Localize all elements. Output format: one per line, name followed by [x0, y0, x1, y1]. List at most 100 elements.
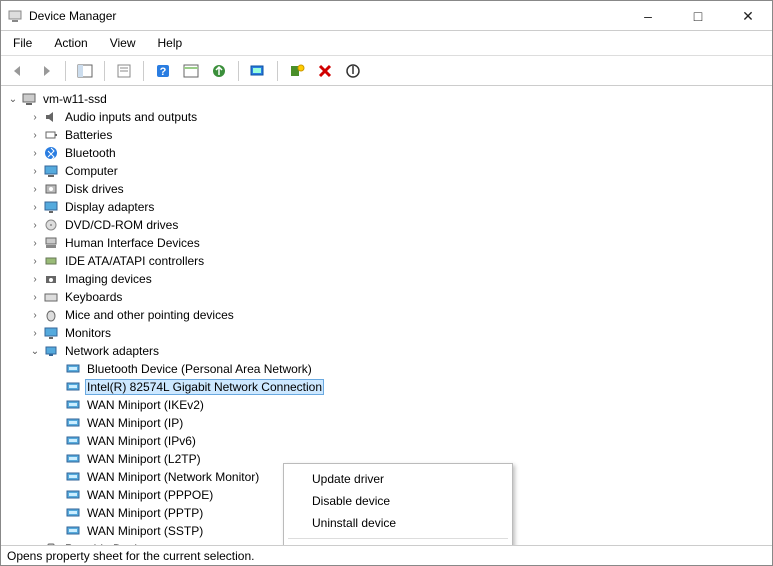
context-uninstall-device[interactable]: Uninstall device: [286, 512, 510, 534]
tree-category-label: Network adapters: [63, 344, 161, 358]
add-hardware-button[interactable]: [286, 60, 308, 82]
tree-category-label: Disk drives: [63, 182, 126, 196]
properties-button[interactable]: [113, 60, 135, 82]
nic-icon: [65, 415, 81, 431]
tree-category[interactable]: › Batteries: [25, 126, 770, 144]
tree-root[interactable]: ⌄ vm-w11-ssd: [3, 90, 770, 108]
context-scan-hardware[interactable]: Scan for hardware changes: [286, 543, 510, 545]
expand-arrow-icon[interactable]: ›: [29, 148, 41, 159]
expand-arrow-icon[interactable]: ›: [29, 292, 41, 303]
close-button[interactable]: ✕: [734, 5, 762, 27]
tree-device-label: WAN Miniport (L2TP): [85, 452, 203, 466]
refresh-button[interactable]: [180, 60, 202, 82]
scan-hardware-button[interactable]: [247, 60, 269, 82]
tree-device-label: Intel(R) 82574L Gigabit Network Connecti…: [85, 379, 324, 395]
svg-text:?: ?: [160, 66, 167, 78]
menu-help[interactable]: Help: [154, 34, 187, 52]
status-text: Opens property sheet for the current sel…: [7, 549, 254, 563]
tree-category[interactable]: › Monitors: [25, 324, 770, 342]
expand-arrow-icon[interactable]: ›: [29, 202, 41, 213]
minimize-button[interactable]: –: [634, 5, 662, 27]
tree-device-label: WAN Miniport (IPv6): [85, 434, 198, 448]
collapse-arrow-icon[interactable]: ⌄: [7, 94, 19, 105]
expand-arrow-icon[interactable]: ›: [29, 238, 41, 249]
dvd-icon: [43, 217, 59, 233]
computer-icon: [43, 163, 59, 179]
expand-arrow-icon[interactable]: ›: [29, 310, 41, 321]
expand-arrow-icon[interactable]: ›: [29, 328, 41, 339]
tree-category-label: Computer: [63, 164, 120, 178]
show-hide-console-tree-button[interactable]: [74, 60, 96, 82]
tree-device-label: Bluetooth Device (Personal Area Network): [85, 362, 314, 376]
toolbar: ?: [1, 56, 772, 86]
audio-icon: [43, 109, 59, 125]
expand-arrow-icon[interactable]: ›: [29, 274, 41, 285]
tree-content[interactable]: ⌄ vm-w11-ssd › Audio inputs and outputs …: [1, 86, 772, 545]
menu-action[interactable]: Action: [50, 34, 91, 52]
expand-arrow-icon[interactable]: ›: [29, 130, 41, 141]
menu-view[interactable]: View: [106, 34, 140, 52]
expand-arrow-icon[interactable]: ›: [29, 256, 41, 267]
mouse-icon: [43, 307, 59, 323]
tree-category[interactable]: › Audio inputs and outputs: [25, 108, 770, 126]
toolbar-separator: [143, 61, 144, 81]
nic-icon: [65, 379, 81, 395]
toolbar-separator: [238, 61, 239, 81]
disk-icon: [43, 181, 59, 197]
expand-arrow-icon[interactable]: ›: [29, 184, 41, 195]
bluetooth-icon: [43, 145, 59, 161]
tree-device-label: WAN Miniport (IP): [85, 416, 185, 430]
nic-icon: [65, 397, 81, 413]
toolbar-separator: [104, 61, 105, 81]
tree-device-label: WAN Miniport (PPPOE): [85, 488, 215, 502]
tree-category[interactable]: › Display adapters: [25, 198, 770, 216]
menubar: File Action View Help: [1, 31, 772, 56]
tree-category-label: Bluetooth: [63, 146, 118, 160]
forward-button[interactable]: [35, 60, 57, 82]
tree-category[interactable]: › Disk drives: [25, 180, 770, 198]
tree-category-network[interactable]: ⌄ Network adapters: [25, 342, 770, 360]
nic-icon: [65, 451, 81, 467]
tree-category[interactable]: › Keyboards: [25, 288, 770, 306]
tree-category[interactable]: › Human Interface Devices: [25, 234, 770, 252]
uninstall-button[interactable]: [314, 60, 336, 82]
update-driver-button[interactable]: [208, 60, 230, 82]
toolbar-separator: [277, 61, 278, 81]
maximize-button[interactable]: □: [684, 5, 712, 27]
tree-device[interactable]: › Bluetooth Device (Personal Area Networ…: [47, 360, 770, 378]
tree-category[interactable]: › DVD/CD-ROM drives: [25, 216, 770, 234]
tree-category-label: IDE ATA/ATAPI controllers: [63, 254, 206, 268]
tree-category[interactable]: › Bluetooth: [25, 144, 770, 162]
tree-category-label: Human Interface Devices: [63, 236, 202, 250]
ide-icon: [43, 253, 59, 269]
expand-arrow-icon[interactable]: ›: [29, 220, 41, 231]
tree-category[interactable]: › Mice and other pointing devices: [25, 306, 770, 324]
tree-category[interactable]: › Computer: [25, 162, 770, 180]
menu-file[interactable]: File: [9, 34, 36, 52]
nic-icon: [65, 361, 81, 377]
tree-device-label: WAN Miniport (IKEv2): [85, 398, 206, 412]
expand-arrow-icon[interactable]: ›: [29, 544, 41, 546]
tree-device[interactable]: › WAN Miniport (IP): [47, 414, 770, 432]
disable-button[interactable]: [342, 60, 364, 82]
tree-category[interactable]: › Imaging devices: [25, 270, 770, 288]
expand-arrow-icon[interactable]: ›: [29, 166, 41, 177]
tree-device[interactable]: › WAN Miniport (IPv6): [47, 432, 770, 450]
nic-icon: [65, 505, 81, 521]
imaging-icon: [43, 271, 59, 287]
tree-device[interactable]: › Intel(R) 82574L Gigabit Network Connec…: [47, 378, 770, 396]
tree-category[interactable]: › IDE ATA/ATAPI controllers: [25, 252, 770, 270]
expand-arrow-icon[interactable]: ›: [29, 112, 41, 123]
hid-icon: [43, 235, 59, 251]
tree-device[interactable]: › WAN Miniport (IKEv2): [47, 396, 770, 414]
help-button[interactable]: ?: [152, 60, 174, 82]
context-update-driver[interactable]: Update driver: [286, 468, 510, 490]
nic-icon: [65, 523, 81, 539]
collapse-arrow-icon[interactable]: ⌄: [29, 346, 41, 357]
context-disable-device[interactable]: Disable device: [286, 490, 510, 512]
back-button[interactable]: [7, 60, 29, 82]
window-title: Device Manager: [29, 9, 634, 23]
nic-icon: [65, 469, 81, 485]
nic-icon: [65, 487, 81, 503]
tree-device-label: WAN Miniport (PPTP): [85, 506, 205, 520]
